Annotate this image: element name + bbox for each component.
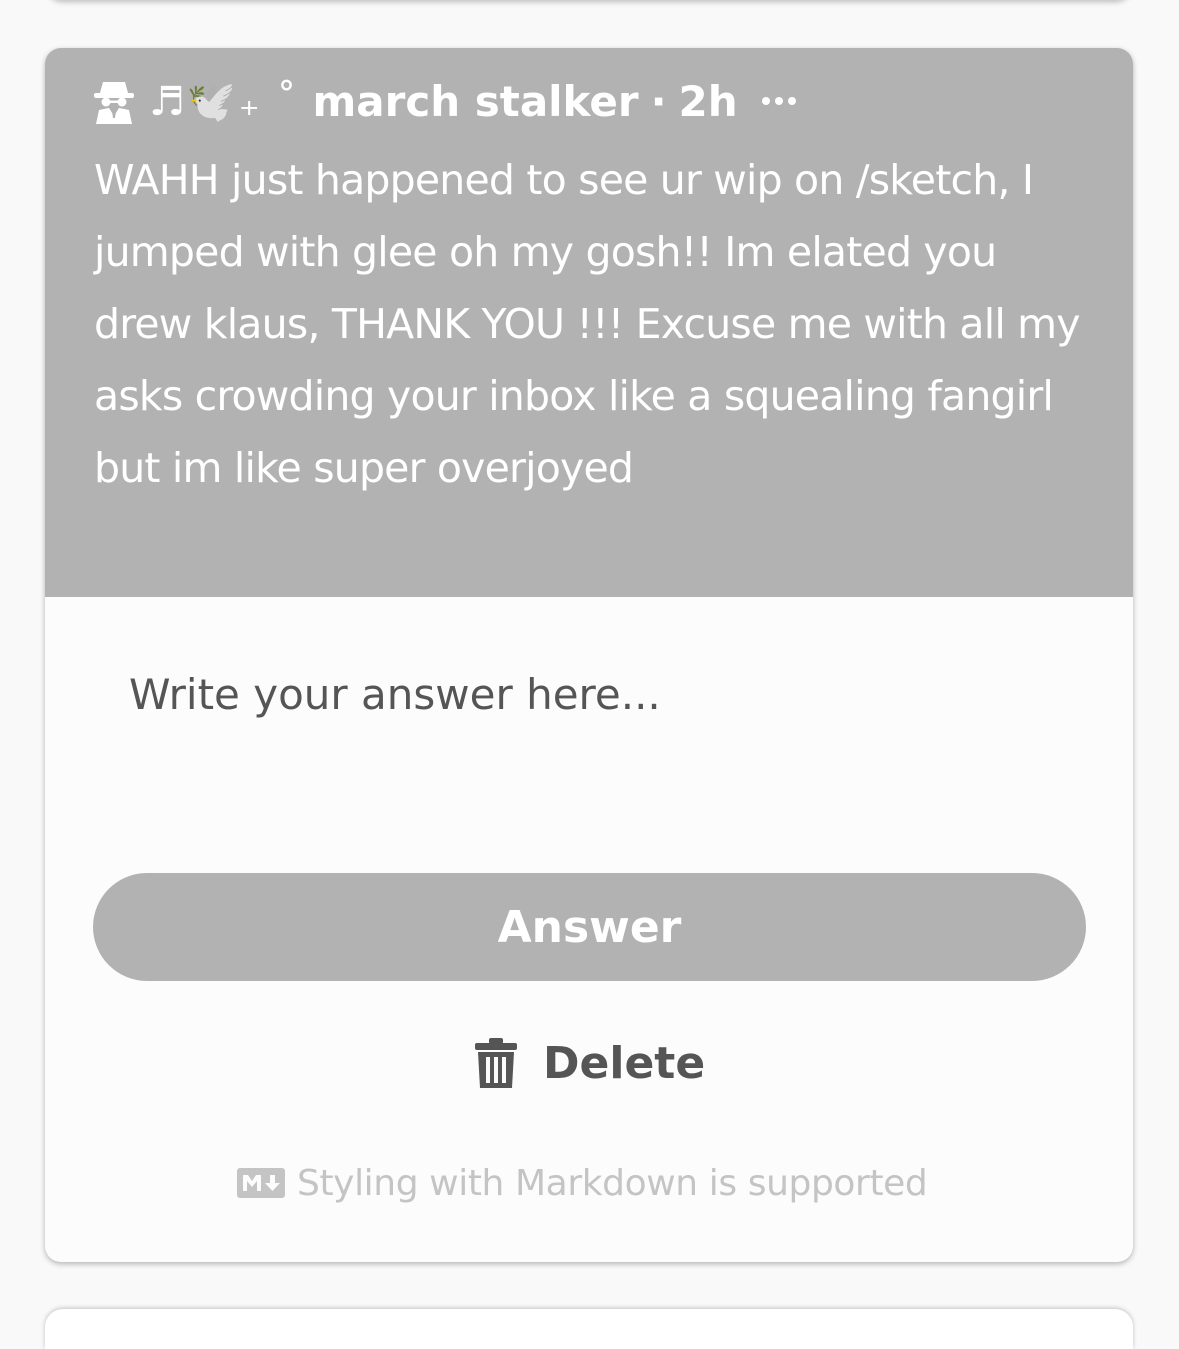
question-panel: ♬🕊️₊ ˚ march stalker · 2h WAHH just happ…: [45, 48, 1133, 597]
anonymous-spy-icon: [94, 82, 134, 124]
question-text: WAHH just happened to see ur wip on /ske…: [94, 156, 1081, 492]
markdown-icon: [237, 1168, 285, 1198]
markdown-note: Styling with Markdown is supported: [237, 1158, 928, 1208]
answer-input[interactable]: [93, 642, 1085, 792]
separator-dot: ·: [650, 76, 667, 126]
delete-button[interactable]: Delete: [475, 1033, 705, 1093]
more-dots-icon[interactable]: [761, 97, 796, 105]
next-card: [45, 1309, 1133, 1349]
trash-icon: [475, 1038, 517, 1088]
answer-button[interactable]: Answer: [93, 873, 1086, 981]
ask-card: ♬🕊️₊ ˚ march stalker · 2h WAHH just happ…: [45, 48, 1133, 1262]
timestamp: 2h: [678, 76, 738, 126]
asker-name[interactable]: march stalker: [313, 77, 639, 126]
asker-row: ♬🕊️₊ ˚ march stalker · 2h: [93, 70, 796, 132]
markdown-note-text: Styling with Markdown is supported: [297, 1162, 928, 1204]
delete-label: Delete: [543, 1037, 706, 1089]
asker-decor: ♬🕊️₊ ˚: [149, 78, 299, 125]
